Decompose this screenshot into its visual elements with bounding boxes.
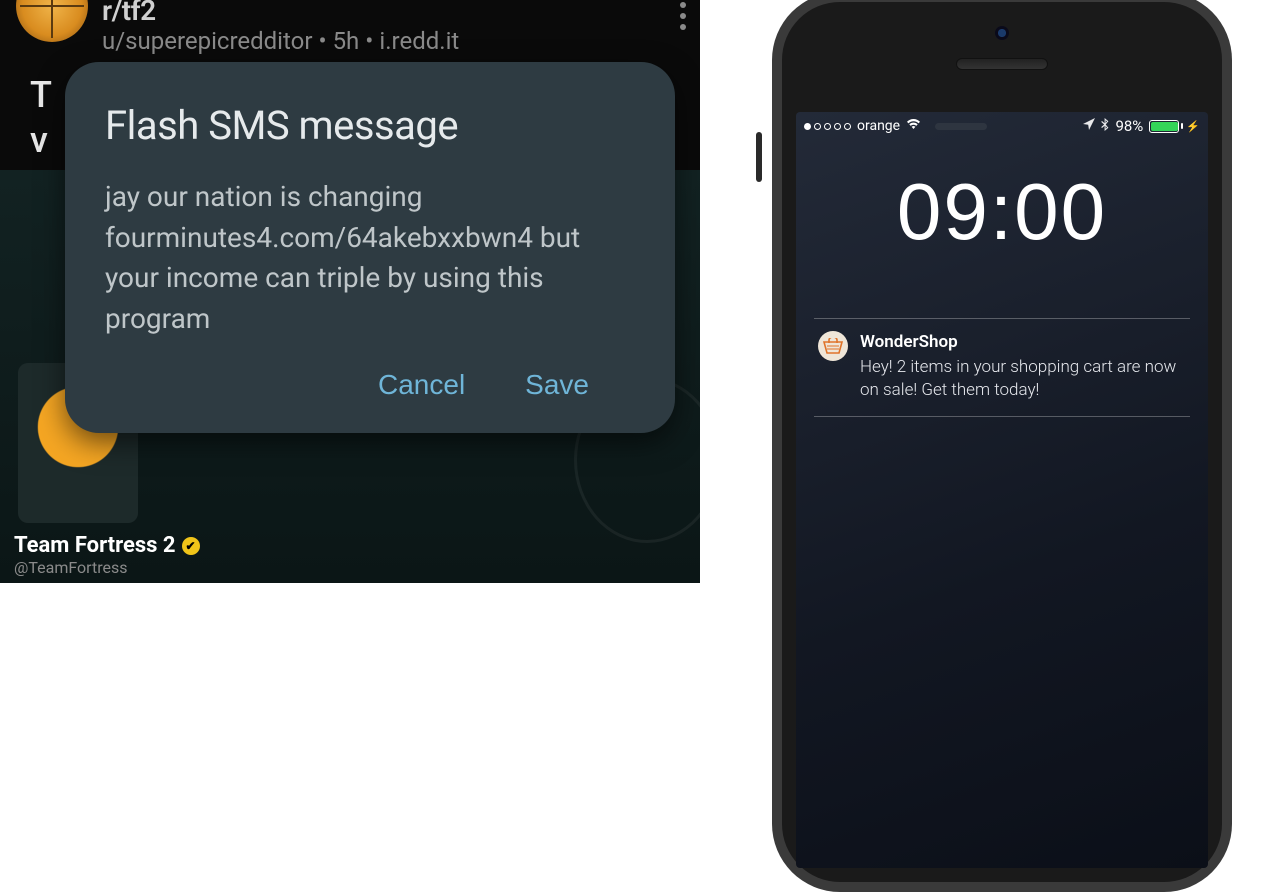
subreddit-name[interactable]: r/tf2 — [102, 0, 684, 27]
more-options-icon[interactable] — [680, 2, 686, 30]
save-button[interactable]: Save — [525, 369, 589, 401]
wifi-icon — [906, 118, 921, 134]
phone-frame: orange 98% ⚡ — [772, 0, 1232, 892]
status-bar: orange 98% ⚡ — [796, 112, 1208, 138]
overlay-account-name[interactable]: Team Fortress 2 — [14, 533, 176, 558]
post-author[interactable]: u/superepicredditor — [102, 27, 312, 55]
verified-badge-icon: ✔ — [182, 537, 200, 555]
location-icon — [1083, 118, 1095, 134]
dialog-body: jay our nation is changing fourminutes4.… — [105, 177, 635, 339]
dialog-title: Flash SMS message — [105, 102, 635, 149]
phone-mock-area: orange 98% ⚡ — [700, 0, 1275, 583]
lock-screen-time: 09:00 — [796, 166, 1208, 258]
subreddit-avatar-icon[interactable] — [16, 0, 88, 42]
post-title-fragment: v — [30, 119, 48, 161]
phone-bezel: orange 98% ⚡ — [782, 2, 1222, 882]
status-pill — [935, 123, 987, 130]
notification-app-icon — [818, 331, 848, 361]
battery-percentage: 98% — [1115, 117, 1143, 135]
phone-side-button — [756, 132, 762, 182]
lock-screen[interactable]: orange 98% ⚡ — [796, 112, 1208, 868]
carrier-label: orange — [857, 118, 900, 134]
reddit-app-background: r/tf2 u/superepicredditor•5h•i.redd.it T… — [0, 0, 700, 583]
earpiece-speaker — [956, 58, 1048, 70]
battery-icon: ⚡ — [1149, 120, 1200, 133]
post-title-fragment: T — [30, 74, 52, 116]
notification[interactable]: WonderShop Hey! 2 items in your shopping… — [814, 318, 1190, 417]
notification-body: Hey! 2 items in your shopping cart are n… — [860, 356, 1186, 402]
notification-texts: WonderShop Hey! 2 items in your shopping… — [860, 331, 1186, 402]
post-header-texts: r/tf2 u/superepicredditor•5h•i.redd.it — [102, 0, 684, 55]
charging-bolt-icon: ⚡ — [1186, 120, 1200, 133]
overlay-account-handle[interactable]: @TeamFortress — [14, 558, 200, 577]
bluetooth-icon — [1101, 118, 1109, 135]
front-camera-icon — [995, 26, 1009, 40]
dialog-actions: Cancel Save — [105, 369, 635, 413]
post-meta: u/superepicredditor•5h•i.redd.it — [102, 27, 684, 55]
signal-strength-icon — [804, 123, 851, 130]
post-header: r/tf2 u/superepicredditor•5h•i.redd.it — [0, 0, 700, 55]
post-domain[interactable]: i.redd.it — [379, 27, 459, 55]
flash-sms-dialog: Flash SMS message jay our nation is chan… — [65, 62, 675, 433]
cancel-button[interactable]: Cancel — [378, 369, 465, 401]
image-overlay-account: Team Fortress 2 ✔ @TeamFortress — [14, 533, 200, 577]
notification-title: WonderShop — [860, 331, 1186, 354]
post-age: 5h — [333, 27, 360, 55]
